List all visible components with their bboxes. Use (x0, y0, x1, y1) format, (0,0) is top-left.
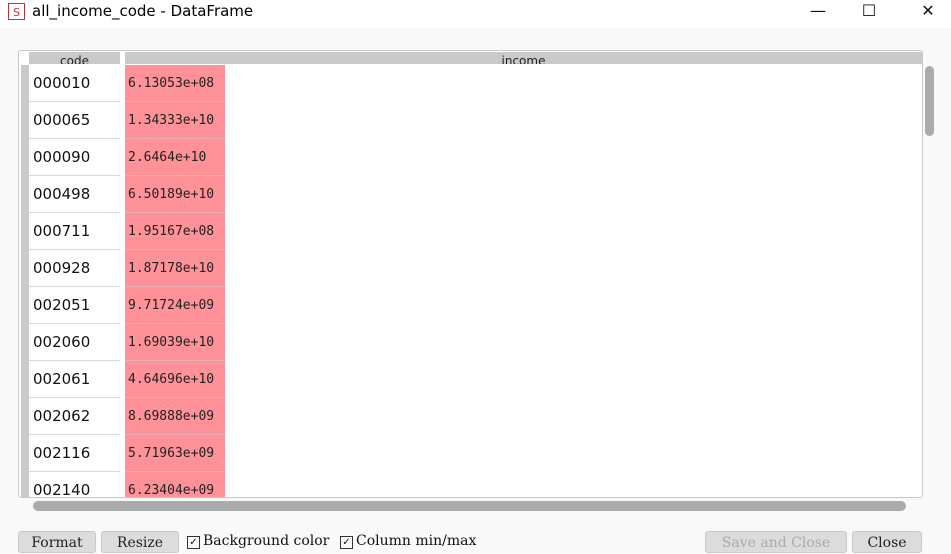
income-cell[interactable]: 1.69039e+10 (125, 324, 225, 361)
income-cell[interactable]: 1.87178e+10 (125, 250, 225, 287)
spyder-icon: S (8, 3, 25, 20)
background-color-checkbox[interactable]: ✓ Background color (187, 533, 329, 549)
code-cell[interactable]: 002051 (29, 287, 120, 324)
row-index-strip (21, 65, 29, 497)
code-cell[interactable]: 002116 (29, 435, 120, 472)
code-column: 000010 000065 000090 000498 000711 000928 0020… (29, 65, 120, 497)
minimize-button[interactable]: — (795, 0, 841, 24)
income-cell[interactable]: 9.71724e+09 (125, 287, 225, 324)
code-cell[interactable]: 002140 (29, 472, 120, 497)
dataframe-table[interactable]: code income 000010 000065 000090 000498 0007… (18, 50, 923, 498)
income-cell[interactable]: 6.13053e+08 (125, 65, 225, 102)
column-minmax-checkbox[interactable]: ✓ Column min/max (340, 533, 476, 549)
income-cell[interactable]: 4.64696e+10 (125, 361, 225, 398)
checkmark-icon: ✓ (340, 536, 353, 549)
code-cell[interactable]: 002061 (29, 361, 120, 398)
title-bar: S all_income_code - DataFrame — ☐ ✕ (0, 0, 951, 28)
code-cell[interactable]: 000090 (29, 139, 120, 176)
income-cell[interactable]: 1.34333e+10 (125, 102, 225, 139)
column-header-code[interactable]: code (29, 52, 120, 64)
checkmark-icon: ✓ (187, 536, 200, 549)
vertical-scroll-thumb[interactable] (925, 66, 934, 136)
vertical-scrollbar[interactable] (923, 63, 937, 496)
background-color-label: Background color (203, 533, 330, 549)
income-cell[interactable]: 5.71963e+09 (125, 435, 225, 472)
code-cell[interactable]: 002062 (29, 398, 120, 435)
column-minmax-label: Column min/max (356, 533, 477, 549)
income-cell[interactable]: 1.95167e+08 (125, 213, 225, 250)
code-cell[interactable]: 000711 (29, 213, 120, 250)
code-cell[interactable]: 000928 (29, 250, 120, 287)
column-header-income[interactable]: income (125, 52, 922, 64)
close-window-button[interactable]: ✕ (905, 0, 951, 24)
maximize-button[interactable]: ☐ (846, 0, 892, 24)
code-cell[interactable]: 002060 (29, 324, 120, 361)
code-cell[interactable]: 000010 (29, 65, 120, 102)
window-title: all_income_code - DataFrame (32, 2, 254, 20)
income-cell[interactable]: 8.69888e+09 (125, 398, 225, 435)
income-cell[interactable]: 6.23404e+09 (125, 472, 225, 497)
income-cell[interactable]: 6.50189e+10 (125, 176, 225, 213)
code-cell[interactable]: 000065 (29, 102, 120, 139)
income-column: 6.13053e+08 1.34333e+10 2.6464e+10 6.50189e… (125, 65, 225, 497)
horizontal-scrollbar[interactable] (33, 501, 906, 511)
income-cell[interactable]: 2.6464e+10 (125, 139, 225, 176)
code-cell[interactable]: 000498 (29, 176, 120, 213)
